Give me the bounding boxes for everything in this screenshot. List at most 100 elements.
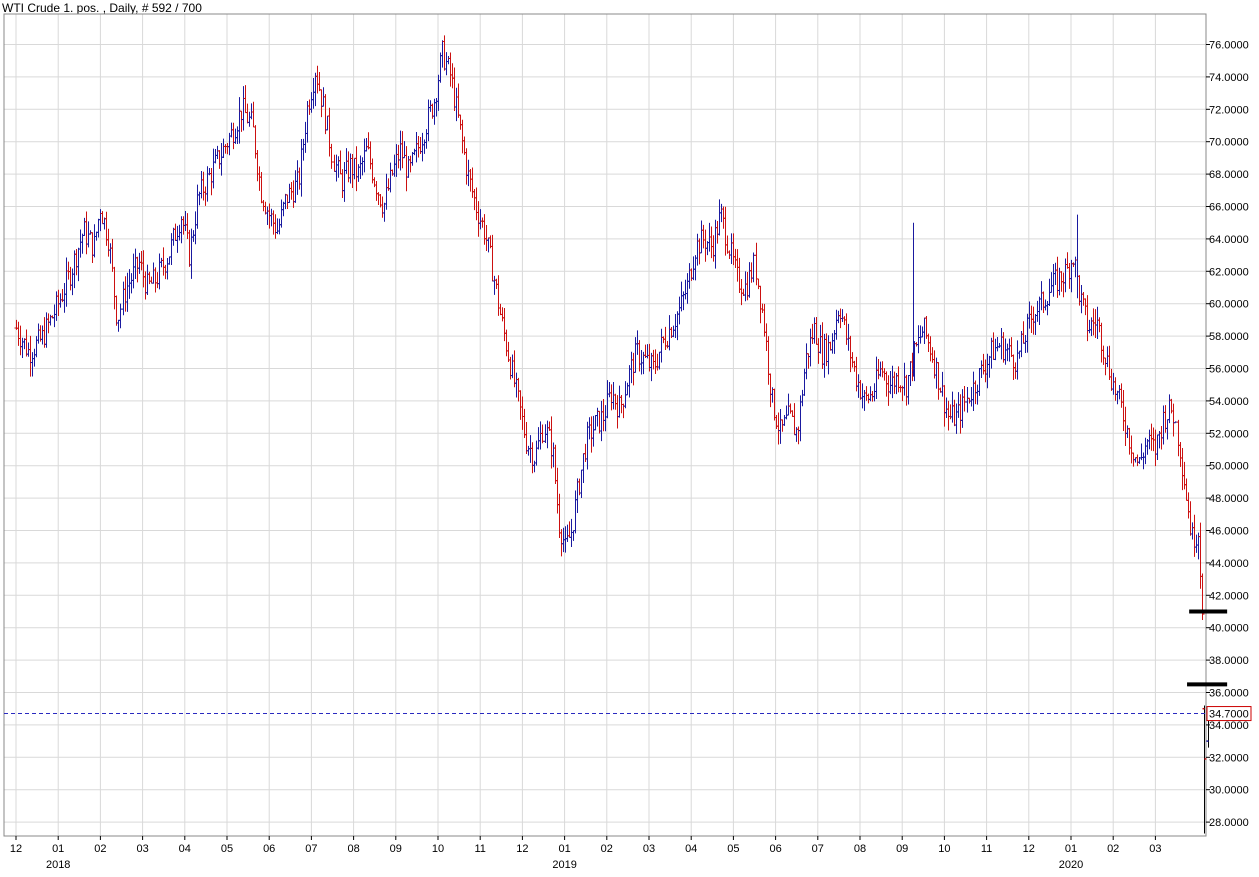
x-tick-label: 11 <box>981 843 992 855</box>
y-tick-label: 38.0000 <box>1209 655 1249 667</box>
ohlc-bar <box>782 414 787 426</box>
ohlc-bar <box>1155 434 1160 460</box>
ohlc-bar <box>549 416 554 469</box>
ohlc-bar <box>585 421 590 470</box>
x-tick-label: 09 <box>390 843 402 855</box>
ohlc-bar <box>1123 406 1128 447</box>
ohlc-bar <box>478 209 483 230</box>
ohlc-bar <box>971 371 976 411</box>
ohlc-bar <box>358 155 363 180</box>
ohlc-bar <box>946 400 951 431</box>
ohlc-bar <box>1043 299 1048 311</box>
ohlc-bar <box>289 181 294 200</box>
ohlc-bar <box>979 360 984 378</box>
ohlc-bar <box>579 469 584 498</box>
ohlc-bar <box>593 415 598 431</box>
ohlc-bar <box>102 217 107 230</box>
x-tick-label: 06 <box>769 843 781 855</box>
ohlc-bar <box>259 171 264 204</box>
ohlc-bar <box>510 354 515 379</box>
ohlc-bar <box>1063 258 1068 293</box>
ohlc-bar <box>398 130 403 171</box>
ohlc-bar <box>374 180 379 201</box>
ohlc-bar <box>239 110 244 132</box>
ohlc-bar <box>366 132 371 150</box>
ohlc-bar <box>778 409 783 444</box>
x-tick-label: 12 <box>516 843 528 855</box>
ohlc-bar <box>631 352 636 386</box>
ohlc-bar <box>1194 534 1199 553</box>
ohlc-bar <box>699 220 704 254</box>
x-tick-label: 06 <box>263 843 275 855</box>
y-tick-label: 42.0000 <box>1209 590 1249 602</box>
ohlc-bar <box>1017 350 1022 359</box>
ohlc-bar <box>251 101 256 128</box>
ohlc-bar <box>450 63 455 89</box>
ohlc-bar <box>1127 427 1132 455</box>
ohlc-bar <box>1141 452 1146 470</box>
ohlc-bar <box>323 94 328 135</box>
y-tick-label: 68.0000 <box>1209 169 1249 181</box>
ohlc-bar <box>504 329 509 357</box>
ohlc-bar <box>406 155 411 178</box>
ohlc-bar <box>1178 442 1183 467</box>
ohlc-bar <box>1069 259 1074 293</box>
ohlc-bar <box>818 324 823 354</box>
ohlc-bar <box>1053 262 1058 286</box>
ohlc-bar <box>520 396 525 430</box>
ohlc-bar <box>1186 492 1191 519</box>
ohlc-bar <box>858 380 863 400</box>
ohlc-bar <box>526 445 531 456</box>
ohlc-bar <box>997 342 1002 348</box>
ohlc-bar <box>792 403 797 436</box>
ohlc-bar <box>1089 317 1094 336</box>
ohlc-bar <box>334 154 339 182</box>
x-tick-label: 04 <box>685 843 697 855</box>
ohlc-bar <box>247 111 252 127</box>
ohlc-bar <box>342 161 347 202</box>
ohlc-bar <box>460 119 465 154</box>
ohlc-bar <box>187 229 192 267</box>
ohlc-bar <box>470 167 475 198</box>
ohlc-bar <box>249 103 254 120</box>
ohlc-bar <box>713 219 718 269</box>
ohlc-bar <box>40 325 45 345</box>
year-label: 2018 <box>46 859 70 871</box>
ohlc-bar <box>145 264 150 296</box>
ohlc-bar <box>685 273 690 304</box>
ohlc-bar <box>78 229 83 258</box>
ohlc-bar <box>458 114 463 130</box>
ohlc-bar <box>159 257 164 268</box>
ohlc-bar <box>98 209 103 232</box>
ohlc-bar <box>908 361 913 387</box>
ohlc-bar <box>171 227 176 246</box>
ohlc-bar <box>80 233 85 254</box>
ohlc-bar <box>203 186 208 206</box>
ohlc-bar <box>416 135 421 158</box>
ohlc-bar <box>72 250 77 289</box>
ohlc-bar <box>1051 264 1056 297</box>
ohlc-bar <box>540 424 545 444</box>
ohlc-bar <box>84 211 89 255</box>
ohlc-bar <box>633 337 638 373</box>
x-tick-label: 05 <box>727 843 739 855</box>
ohlc-bar <box>1015 340 1020 380</box>
ohlc-bar <box>1091 308 1096 336</box>
ohlc-bar <box>64 257 69 307</box>
ohlc-bar <box>225 142 230 155</box>
ohlc-bar <box>655 353 660 371</box>
y-tick-label: 60.0000 <box>1209 299 1249 311</box>
ohlc-bar <box>796 426 801 445</box>
ohlc-bar <box>790 410 795 417</box>
y-tick-label: 64.0000 <box>1209 234 1249 246</box>
ohlc-bar <box>557 493 562 538</box>
ohlc-bar <box>293 170 298 203</box>
ohlc-bar <box>118 303 123 329</box>
ohlc-bar <box>484 224 489 251</box>
y-tick-label: 58.0000 <box>1209 331 1249 343</box>
ohlc-bar <box>273 214 278 239</box>
ohlc-bar <box>639 350 644 375</box>
ohlc-bar <box>66 261 71 280</box>
ohlc-bar <box>1013 362 1018 379</box>
ohlc-bar <box>723 206 728 256</box>
